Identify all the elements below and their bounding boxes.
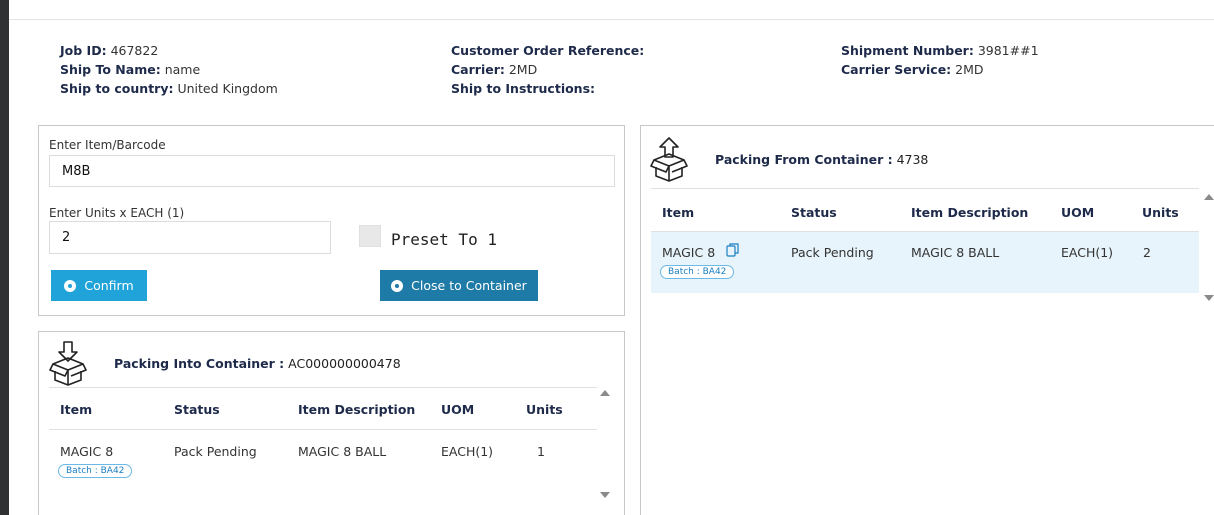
row-description: MAGIC 8 BALL bbox=[298, 444, 387, 459]
box-arrow-out-icon bbox=[650, 137, 688, 182]
preset-checkbox[interactable] bbox=[359, 225, 381, 247]
job-id-label: Job ID: bbox=[60, 43, 107, 58]
carrier-service-label: Carrier Service: bbox=[841, 62, 952, 77]
scroll-down-arrow[interactable] bbox=[600, 492, 610, 498]
col-header-status: Status bbox=[791, 205, 837, 220]
packing-from-container-panel: Packing From Container : 4738 Item Statu… bbox=[640, 125, 1214, 515]
ship-to-instructions-label: Ship to Instructions: bbox=[451, 81, 596, 96]
radio-dot-icon bbox=[64, 279, 77, 292]
item-barcode-input[interactable]: M8B bbox=[49, 155, 615, 187]
ship-to-country-value: United Kingdom bbox=[177, 81, 278, 96]
item-entry-panel: Enter Item/Barcode M8B Enter Units x EAC… bbox=[38, 125, 625, 316]
row-description: MAGIC 8 BALL bbox=[911, 245, 1000, 260]
from-container-id: 4738 bbox=[896, 152, 929, 167]
col-header-item-description: Item Description bbox=[298, 402, 416, 417]
confirm-button-label: Confirm bbox=[84, 278, 134, 293]
confirm-button[interactable]: Confirm bbox=[51, 270, 147, 301]
copy-icon[interactable] bbox=[726, 243, 739, 257]
scroll-down-arrow[interactable] bbox=[1204, 295, 1214, 301]
table-divider bbox=[49, 387, 597, 388]
batch-badge: Batch : BA42 bbox=[58, 464, 133, 478]
units-input[interactable]: 2 bbox=[49, 221, 331, 254]
row-units: 2 bbox=[1143, 245, 1151, 260]
table-divider bbox=[49, 429, 597, 430]
table-row[interactable]: MAGIC 8 Batch : BA42 Pack Pending MAGIC … bbox=[651, 232, 1199, 293]
ship-to-country-label: Ship to country: bbox=[60, 81, 174, 96]
col-header-units: Units bbox=[1142, 205, 1179, 220]
from-container-title: Packing From Container : bbox=[715, 152, 893, 167]
col-header-status: Status bbox=[174, 402, 220, 417]
preset-label: Preset To 1 bbox=[391, 230, 497, 249]
col-header-units: Units bbox=[526, 402, 563, 417]
row-units: 1 bbox=[537, 444, 545, 459]
carrier-value: 2MD bbox=[508, 62, 538, 77]
row-status: Pack Pending bbox=[174, 444, 257, 459]
into-container-id: AC000000000478 bbox=[288, 356, 401, 371]
col-header-item: Item bbox=[60, 402, 93, 417]
close-to-container-label: Close to Container bbox=[411, 278, 527, 293]
col-header-item: Item bbox=[662, 205, 695, 220]
table-divider bbox=[651, 188, 1199, 189]
col-header-item-description: Item Description bbox=[911, 205, 1029, 220]
job-info-col-2: Customer Order Reference: Carrier: 2MD S… bbox=[451, 41, 644, 98]
job-info-col-1: Job ID: 467822 Ship To Name: name Ship t… bbox=[60, 41, 278, 98]
item-barcode-label: Enter Item/Barcode bbox=[49, 138, 166, 152]
ship-to-name-label: Ship To Name: bbox=[60, 62, 161, 77]
job-id-value: 467822 bbox=[110, 43, 159, 58]
header-divider bbox=[9, 19, 1214, 20]
units-label: Enter Units x EACH (1) bbox=[49, 206, 185, 220]
batch-badge: Batch : BA42 bbox=[660, 265, 735, 279]
col-header-uom: UOM bbox=[1061, 205, 1095, 220]
into-container-title: Packing Into Container : bbox=[114, 356, 285, 371]
scroll-up-arrow[interactable] bbox=[600, 390, 610, 396]
shipment-number-label: Shipment Number: bbox=[841, 43, 974, 58]
into-container-header: Packing Into Container : AC000000000478 bbox=[114, 356, 401, 371]
close-to-container-button[interactable]: Close to Container bbox=[380, 270, 538, 301]
customer-order-ref-label: Customer Order Reference: bbox=[451, 43, 645, 58]
scroll-up-arrow[interactable] bbox=[1204, 194, 1214, 200]
carrier-label: Carrier: bbox=[451, 62, 505, 77]
row-uom: EACH(1) bbox=[441, 444, 494, 459]
shipment-number-value: 3981##1 bbox=[977, 43, 1039, 58]
row-uom: EACH(1) bbox=[1061, 245, 1114, 260]
left-nav-bar bbox=[0, 0, 9, 515]
col-header-uom: UOM bbox=[441, 402, 475, 417]
radio-dot-icon bbox=[391, 279, 404, 292]
job-info-col-3: Shipment Number: 3981##1 Carrier Service… bbox=[841, 41, 1039, 79]
row-status: Pack Pending bbox=[791, 245, 874, 260]
from-container-header: Packing From Container : 4738 bbox=[715, 152, 928, 167]
box-arrow-in-icon bbox=[49, 341, 87, 386]
packing-into-container-panel: Packing Into Container : AC000000000478 … bbox=[38, 331, 625, 515]
ship-to-name-value: name bbox=[164, 62, 201, 77]
row-item: MAGIC 8 bbox=[662, 245, 716, 260]
row-item: MAGIC 8 bbox=[60, 444, 114, 459]
carrier-service-value: 2MD bbox=[955, 62, 984, 77]
